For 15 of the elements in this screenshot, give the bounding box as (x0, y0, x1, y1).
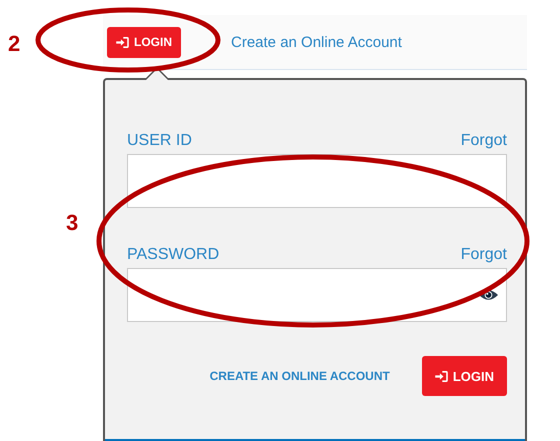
login-button[interactable]: LOGIN (422, 356, 507, 396)
eye-icon[interactable] (479, 289, 498, 301)
sign-in-icon (116, 36, 129, 48)
field-label: PASSWORD (127, 246, 220, 264)
forgot-link[interactable]: Forgot (460, 246, 507, 264)
create-account-link[interactable]: CREATE AN ONLINE ACCOUNT (210, 369, 390, 383)
forgot-link[interactable]: Forgot (460, 132, 507, 150)
annotation-number: 3 (66, 210, 78, 236)
create-account-link[interactable]: Create an Online Account (231, 34, 402, 50)
login-button[interactable]: LOGIN (107, 26, 181, 58)
annotation-number: 2 (8, 31, 20, 57)
sign-in-icon (434, 370, 448, 382)
user-id-field[interactable] (127, 154, 507, 208)
password-field[interactable] (127, 268, 507, 322)
field-label: USER ID (127, 132, 192, 150)
